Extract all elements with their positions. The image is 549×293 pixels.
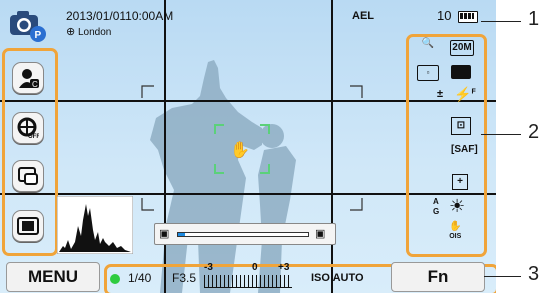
zoom-track	[177, 232, 309, 237]
svg-text:OFF: OFF	[28, 134, 39, 139]
shutter-off-button[interactable]: OFF	[12, 112, 44, 144]
location-pin-icon: ⊕	[66, 26, 76, 38]
camera-mode-icon[interactable]: P	[8, 8, 48, 44]
datetime: 2013/01/0110:00AM	[66, 9, 174, 23]
exposure-scale: -3 0 +3	[204, 262, 294, 290]
histogram	[57, 196, 133, 254]
ael-indicator: AEL	[352, 10, 374, 22]
frame-button[interactable]	[12, 210, 44, 242]
ois-icon[interactable]: ✋ OIS	[449, 222, 461, 242]
focus-area-icon[interactable]: +	[452, 174, 468, 190]
svg-text:C: C	[32, 80, 38, 89]
aspect-icon[interactable]	[451, 65, 471, 79]
shutter-speed: 1/40	[128, 271, 152, 285]
face-recognition-icon: C	[19, 69, 39, 89]
white-balance-icon[interactable]: ☀	[449, 196, 465, 217]
wb-shift-label: AG	[433, 197, 440, 216]
ev-mid-label: 0	[252, 262, 258, 273]
shake-warning-icon: ✋	[230, 142, 250, 159]
callout-3: 3	[528, 263, 540, 285]
flash-icon[interactable]: ⚡F	[454, 86, 476, 103]
camera-screen: ✋ P 2013/01/0110:00AM ⊕ London AEL 10 C	[0, 0, 496, 293]
zoom-tele-icon: ▣	[315, 228, 326, 240]
aperture: F3.5	[172, 271, 197, 285]
resolution-icon[interactable]: 20M	[450, 40, 474, 56]
callout-line-2	[481, 134, 521, 135]
quality-icon[interactable]: ▫	[417, 65, 439, 81]
face-recognition-button[interactable]: C	[12, 62, 44, 94]
shots-remaining: 10	[437, 8, 452, 23]
zoom-wide-icon: ▣	[159, 228, 170, 240]
focus-status-dot	[110, 274, 120, 284]
display-icon	[18, 167, 38, 185]
fn-button[interactable]: Fn	[391, 262, 485, 292]
battery-icon	[458, 11, 478, 23]
ev-max-label: +3	[278, 262, 290, 273]
ev-min-label: -3	[204, 262, 213, 273]
svg-text:P: P	[35, 30, 42, 41]
location: ⊕ London	[66, 26, 112, 38]
frame-icon	[17, 217, 39, 235]
callout-2: 2	[528, 121, 540, 143]
callout-line-1	[481, 21, 521, 22]
zoom-fill	[178, 233, 185, 236]
callout-line-3	[484, 276, 521, 277]
ev-plus-minus-icon[interactable]: ±	[437, 88, 443, 100]
zoom-bar[interactable]: ▣ ▣	[154, 223, 336, 245]
display-button[interactable]	[12, 160, 44, 192]
menu-button[interactable]: MENU	[6, 262, 100, 292]
iso-indicator: ISO AUTO	[311, 272, 364, 284]
metering-icon[interactable]: ⊡	[451, 117, 471, 135]
shutter-off-icon: OFF	[17, 117, 39, 139]
smart-zoom-icon[interactable]: 🔍	[418, 38, 438, 49]
callout-1: 1	[528, 8, 540, 30]
focus-mode-icon[interactable]: [SAF]	[451, 144, 478, 155]
ev-baseline	[204, 287, 292, 288]
